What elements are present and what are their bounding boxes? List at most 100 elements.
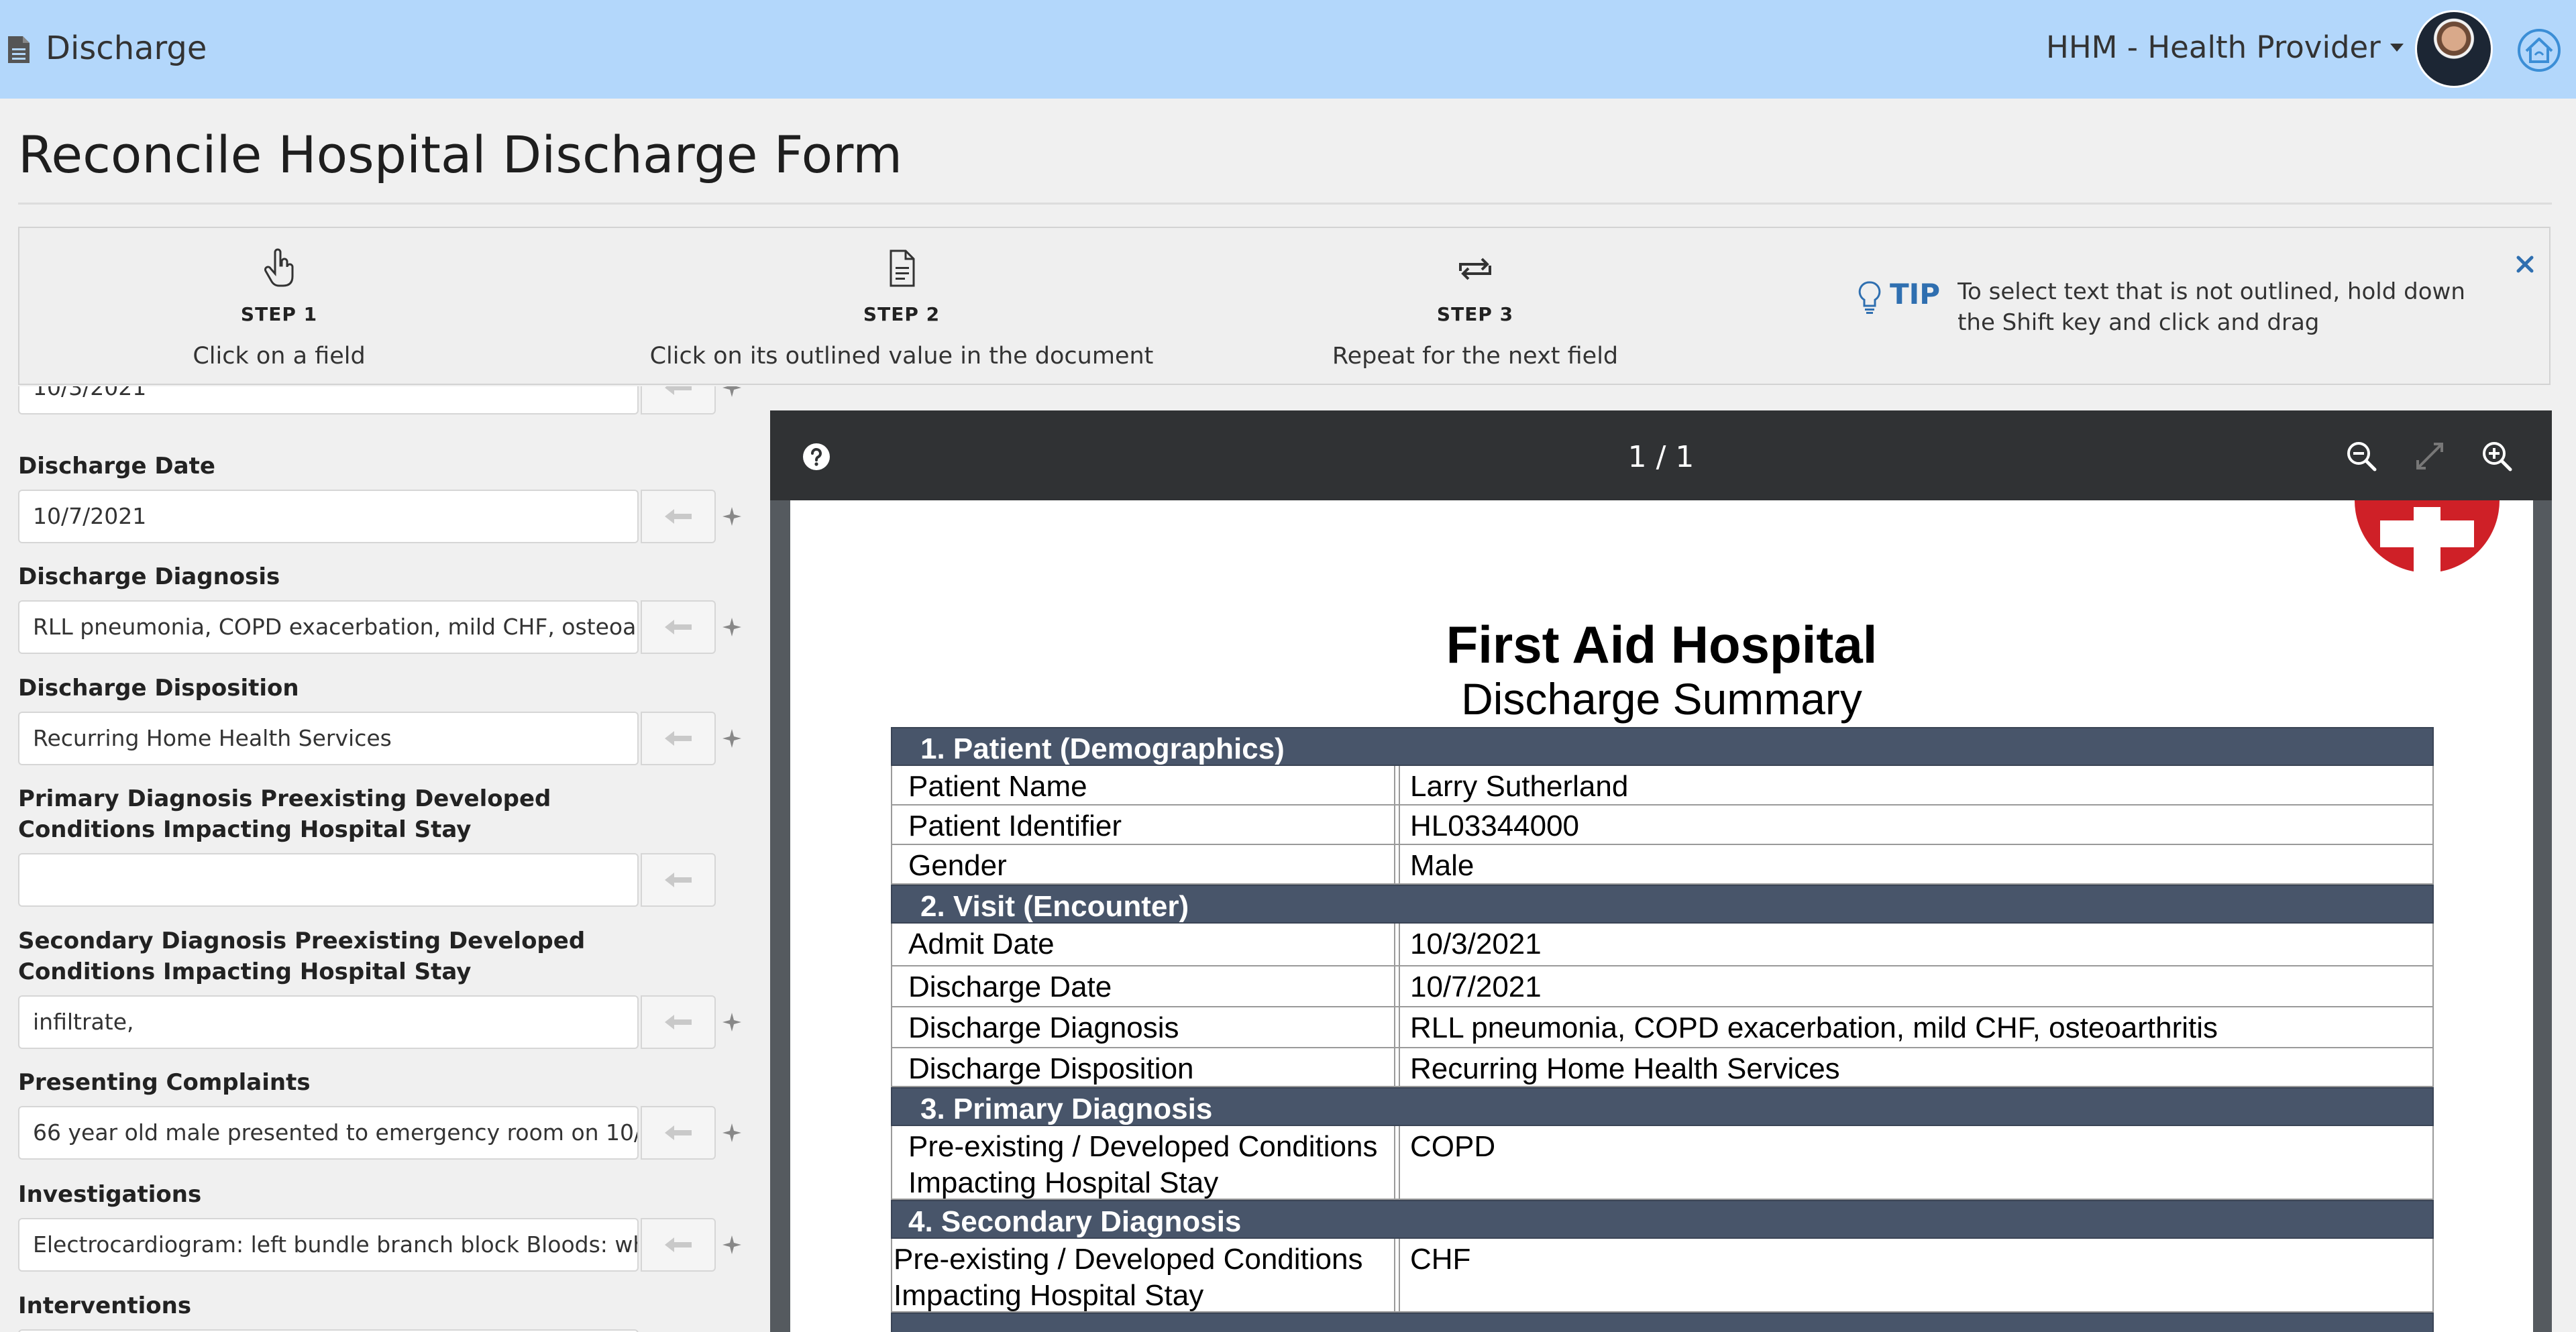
table-row[interactable]: Admit Date 10/3/2021 bbox=[891, 924, 2434, 966]
field-label: Discharge Disposition bbox=[18, 675, 299, 702]
row-label: Discharge Disposition bbox=[908, 1052, 1194, 1085]
auto-extract-icon[interactable] bbox=[721, 1234, 743, 1256]
arrow-left-icon bbox=[665, 1237, 692, 1252]
step-1-number: STEP 1 bbox=[240, 303, 318, 325]
discharge-date-field: Discharge Date 10/7/2021 bbox=[18, 451, 741, 543]
field-label: Primary Diagnosis Preexisting Developed … bbox=[18, 785, 551, 843]
arrow-left-icon bbox=[665, 620, 692, 634]
home-icon[interactable] bbox=[2517, 28, 2561, 72]
row-label: Patient Name bbox=[908, 770, 1087, 803]
row-value[interactable]: Male bbox=[1410, 848, 2416, 884]
row-label: Discharge Diagnosis bbox=[908, 1011, 1179, 1044]
capture-value-button[interactable] bbox=[641, 712, 716, 765]
investigations-field: Investigations Electrocardiogram: left b… bbox=[18, 1179, 741, 1272]
auto-extract-icon[interactable] bbox=[721, 386, 743, 398]
section-header bbox=[891, 1313, 2434, 1332]
auto-extract-icon[interactable] bbox=[721, 1011, 743, 1033]
interventions-field: Interventions bbox=[18, 1290, 736, 1332]
document-icon bbox=[8, 36, 30, 63]
field-label: Discharge Date bbox=[18, 453, 215, 480]
auto-extract-icon[interactable] bbox=[721, 728, 743, 749]
instructions-panel: STEP 1 Click on a field STEP 2 Click on … bbox=[18, 227, 2551, 385]
tip-label: TIP bbox=[1890, 278, 1941, 311]
user-menu[interactable]: HHM - Health Provider bbox=[2046, 30, 2404, 65]
user-menu-label: HHM - Health Provider bbox=[2046, 30, 2381, 65]
primary-diagnosis-input[interactable] bbox=[18, 853, 639, 907]
row-value[interactable]: 10/3/2021 bbox=[1410, 926, 2416, 962]
discharge-diagnosis-input[interactable]: RLL pneumonia, COPD exacerbation, mild C… bbox=[18, 600, 639, 654]
row-value[interactable]: HL03344000 bbox=[1410, 808, 2416, 844]
table-row[interactable]: Discharge Disposition Recurring Home Heal… bbox=[891, 1048, 2434, 1087]
step-3: STEP 3 Repeat for the next field bbox=[1173, 248, 1777, 370]
secondary-diagnosis-input[interactable]: infiltrate, bbox=[18, 995, 639, 1049]
top-bar: Discharge HHM - Health Provider bbox=[0, 0, 2576, 99]
table-row[interactable]: Patient Name Larry Sutherland bbox=[891, 766, 2434, 806]
presenting-complaints-input[interactable]: 66 year old male presented to emergency … bbox=[18, 1106, 639, 1160]
section-title: 3. Primary Diagnosis bbox=[920, 1093, 1213, 1125]
investigations-input[interactable]: Electrocardiogram: left bundle branch bl… bbox=[18, 1218, 639, 1272]
auto-extract-icon[interactable] bbox=[721, 616, 743, 638]
interventions-input[interactable] bbox=[18, 1329, 639, 1332]
row-value[interactable]: COPD bbox=[1410, 1129, 2416, 1165]
admit-date-input[interactable]: 10/3/2021 bbox=[18, 386, 639, 414]
capture-value-button[interactable] bbox=[641, 386, 716, 414]
step-2: STEP 2 Click on its outlined value in th… bbox=[600, 248, 1203, 370]
caret-down-icon bbox=[2390, 43, 2404, 52]
row-value[interactable]: CHF bbox=[1410, 1241, 2416, 1278]
discharge-disposition-input[interactable]: Recurring Home Health Services bbox=[18, 712, 639, 765]
page-title: Reconcile Hospital Discharge Form bbox=[18, 125, 903, 184]
step-1: STEP 1 Click on a field bbox=[0, 248, 581, 370]
capture-value-button[interactable] bbox=[641, 1106, 716, 1160]
arrow-left-icon bbox=[665, 509, 692, 524]
step-3-description: Repeat for the next field bbox=[1332, 343, 1619, 370]
table-row[interactable]: Pre-existing / Developed Conditions Impa… bbox=[891, 1239, 2434, 1313]
arrow-left-icon bbox=[665, 873, 692, 887]
close-icon[interactable] bbox=[2512, 251, 2538, 278]
row-value[interactable]: Larry Sutherland bbox=[1410, 769, 2416, 805]
zoom-out-icon[interactable] bbox=[2345, 440, 2377, 472]
section-header: 4. Secondary Diagnosis bbox=[891, 1200, 2434, 1239]
table-row[interactable]: Gender Male bbox=[891, 845, 2434, 885]
document-page: First Aid Hospital First Aid Hospital Di… bbox=[790, 500, 2533, 1332]
zoom-in-icon[interactable] bbox=[2481, 440, 2513, 472]
arrow-left-icon bbox=[665, 1015, 692, 1030]
hospital-logo: First Aid Hospital bbox=[2355, 500, 2500, 581]
capture-value-button[interactable] bbox=[641, 853, 716, 907]
table-row[interactable]: Discharge Date 10/7/2021 bbox=[891, 966, 2434, 1007]
capture-value-button[interactable] bbox=[641, 490, 716, 543]
arrow-left-icon bbox=[665, 1125, 692, 1140]
field-label: Presenting Complaints bbox=[18, 1069, 311, 1096]
row-label: Admit Date bbox=[908, 928, 1055, 960]
row-value[interactable]: Recurring Home Health Services bbox=[1410, 1051, 2416, 1087]
row-value[interactable]: RLL pneumonia, COPD exacerbation, mild C… bbox=[1410, 1010, 2416, 1046]
step-2-number: STEP 2 bbox=[863, 303, 941, 325]
discharge-date-input[interactable]: 10/7/2021 bbox=[18, 490, 639, 543]
tip-text: To select text that is not outlined, hol… bbox=[1957, 278, 2465, 336]
field-label: Secondary Diagnosis Preexisting Develope… bbox=[18, 928, 586, 985]
repeat-icon bbox=[1459, 258, 1491, 280]
page-counter: 1 / 1 bbox=[1627, 440, 1695, 474]
auto-extract-icon[interactable] bbox=[721, 506, 743, 527]
title-divider bbox=[18, 203, 2552, 205]
capture-value-button[interactable] bbox=[641, 600, 716, 654]
auto-extract-icon[interactable] bbox=[721, 1122, 743, 1144]
avatar[interactable] bbox=[2415, 10, 2493, 88]
admit-date-field: 10/3/2021 bbox=[18, 386, 741, 414]
table-row[interactable]: Pre-existing / Developed Conditions Impa… bbox=[891, 1126, 2434, 1200]
capture-value-button[interactable] bbox=[641, 1218, 716, 1272]
row-value[interactable]: 10/7/2021 bbox=[1410, 969, 2416, 1005]
arrow-left-icon bbox=[665, 731, 692, 746]
section-header: 1. Patient (Demographics) bbox=[891, 727, 2434, 766]
table-row[interactable]: Discharge Diagnosis RLL pneumonia, COPD e… bbox=[891, 1007, 2434, 1048]
viewer-toolbar: 1 / 1 bbox=[770, 410, 2552, 500]
arrow-left-icon bbox=[665, 386, 692, 395]
table-row[interactable]: Patient Identifier HL03344000 bbox=[891, 806, 2434, 845]
field-label: Interventions bbox=[18, 1292, 192, 1319]
app-title: Discharge bbox=[46, 30, 207, 67]
fit-to-page-icon[interactable] bbox=[2414, 440, 2446, 472]
form-panel: 10/3/2021 Discharge Date 10/7/2021 Disch… bbox=[0, 386, 751, 1332]
primary-diagnosis-field: Primary Diagnosis Preexisting Developed … bbox=[18, 783, 736, 907]
discharge-diagnosis-field: Discharge Diagnosis RLL pneumonia, COPD … bbox=[18, 561, 741, 654]
capture-value-button[interactable] bbox=[641, 995, 716, 1049]
secondary-diagnosis-field: Secondary Diagnosis Preexisting Develope… bbox=[18, 926, 741, 1049]
